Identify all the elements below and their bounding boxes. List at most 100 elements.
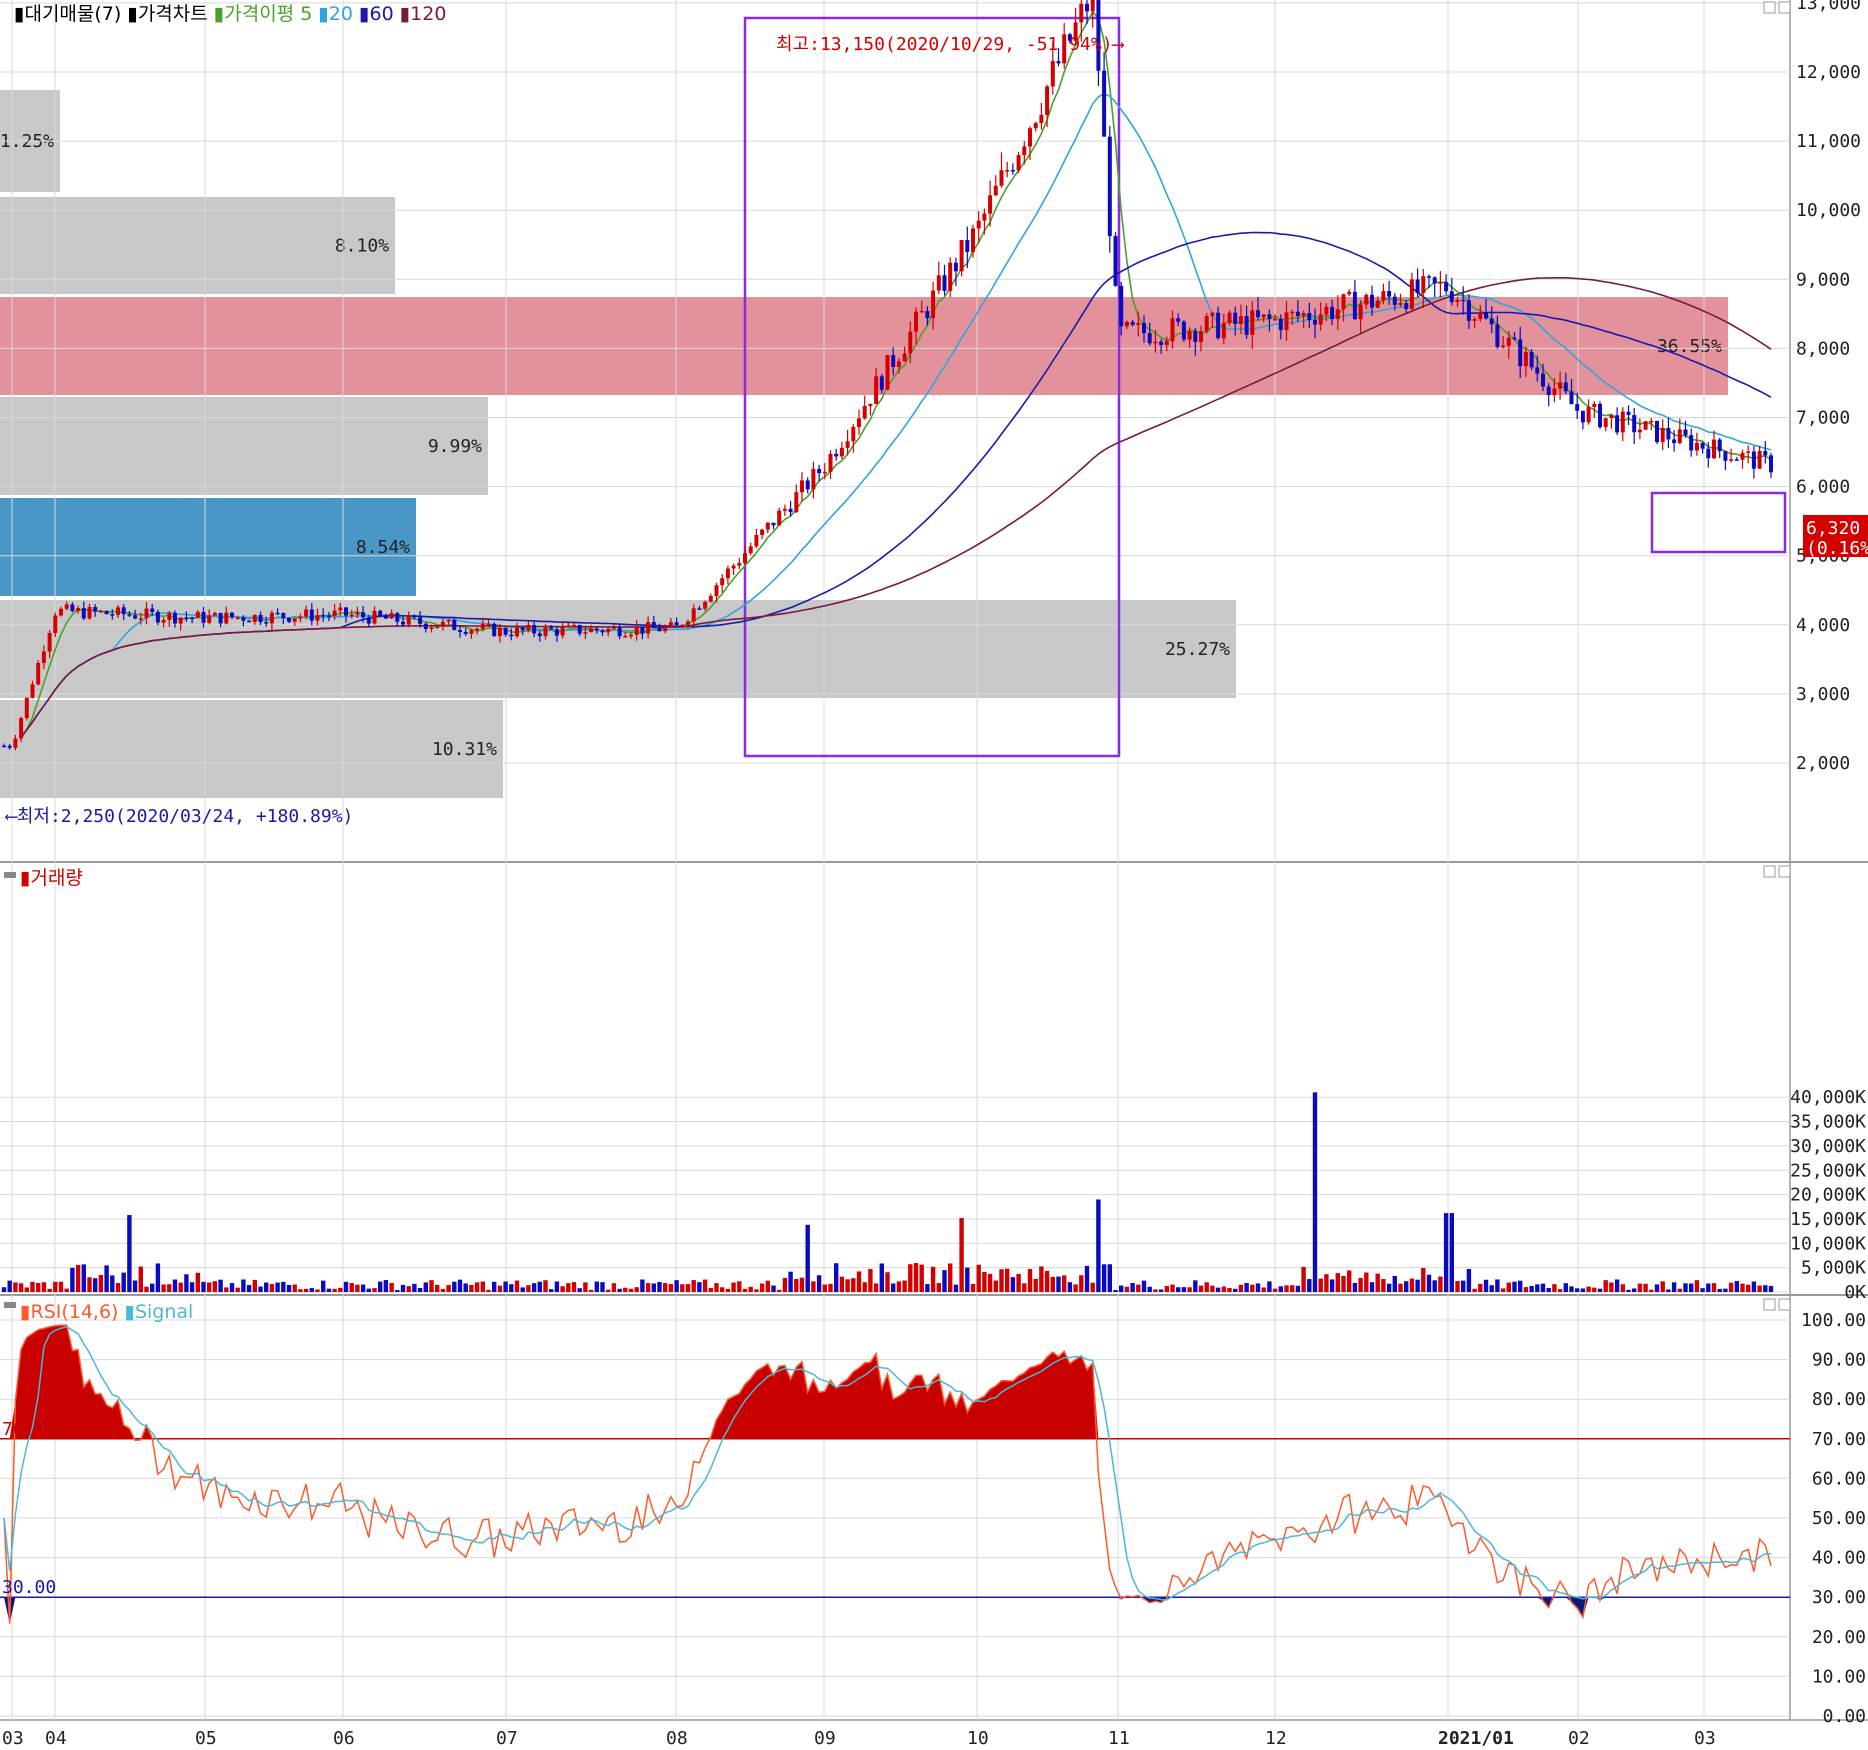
candle-body[interactable] <box>919 310 924 313</box>
candle-body[interactable] <box>463 631 468 634</box>
volume-bar[interactable] <box>360 1284 366 1292</box>
candle-body[interactable] <box>366 617 371 624</box>
volume-bar[interactable] <box>526 1285 531 1292</box>
candle-body[interactable] <box>361 612 366 618</box>
volume-bar[interactable] <box>1592 1287 1597 1292</box>
volume-bar[interactable] <box>104 1265 109 1292</box>
volume-bar[interactable] <box>400 1284 406 1292</box>
candle-body[interactable] <box>839 447 844 457</box>
candle-body[interactable] <box>1102 70 1107 137</box>
volume-bar[interactable] <box>930 1266 936 1292</box>
volume-bar[interactable] <box>828 1283 833 1292</box>
candle-body[interactable] <box>1221 322 1226 339</box>
candle-body[interactable] <box>663 626 668 632</box>
candle-body[interactable] <box>617 627 622 637</box>
volume-bar[interactable] <box>953 1284 959 1292</box>
volume-bar[interactable] <box>41 1282 47 1292</box>
candle-body[interactable] <box>167 612 172 621</box>
volume-bar[interactable] <box>1073 1284 1078 1292</box>
volume-bar[interactable] <box>1626 1289 1631 1292</box>
candle-body[interactable] <box>526 625 531 631</box>
candle-body[interactable] <box>1364 294 1369 305</box>
volume-bar[interactable] <box>264 1282 269 1292</box>
candle-body[interactable] <box>794 492 799 513</box>
volume-bar[interactable] <box>822 1284 827 1292</box>
volume-bar[interactable] <box>856 1271 862 1292</box>
volume-bar[interactable] <box>281 1281 286 1292</box>
candle-body[interactable] <box>173 612 177 624</box>
candle-body[interactable] <box>492 623 497 637</box>
candle-body[interactable] <box>1598 403 1602 428</box>
candle-body[interactable] <box>1672 439 1677 444</box>
candle-body[interactable] <box>1124 321 1129 327</box>
candle-body[interactable] <box>1039 114 1044 124</box>
volume-bar[interactable] <box>742 1288 748 1292</box>
candle-body[interactable] <box>1290 311 1295 314</box>
volume-bar[interactable] <box>691 1280 696 1292</box>
candle-body[interactable] <box>315 615 320 621</box>
candle-body[interactable] <box>720 578 725 586</box>
candle-body[interactable] <box>1637 429 1642 433</box>
candle-body[interactable] <box>1159 341 1164 345</box>
candle-body[interactable] <box>1130 321 1135 325</box>
candle-body[interactable] <box>1028 128 1032 147</box>
volume-bar[interactable] <box>1193 1280 1198 1292</box>
volume-bar[interactable] <box>343 1281 349 1292</box>
candle-body[interactable] <box>577 625 582 634</box>
candle-body[interactable] <box>1649 420 1654 423</box>
volume-bar[interactable] <box>708 1288 713 1292</box>
volume-bar[interactable] <box>1016 1273 1021 1292</box>
candle-body[interactable] <box>1193 331 1198 343</box>
volume-bar[interactable] <box>132 1280 138 1292</box>
candle-body[interactable] <box>948 262 953 291</box>
volume-bar[interactable] <box>1044 1270 1050 1292</box>
volume-bar[interactable] <box>1609 1282 1614 1292</box>
volume-bar[interactable] <box>1409 1278 1415 1292</box>
candle-body[interactable] <box>218 612 223 624</box>
volume-bar[interactable] <box>1557 1289 1563 1292</box>
volume-bar[interactable] <box>1740 1283 1745 1292</box>
candle-body[interactable] <box>1056 61 1061 64</box>
candle-body[interactable] <box>1592 403 1597 407</box>
candle-body[interactable] <box>1723 451 1728 461</box>
volume-bar[interactable] <box>1495 1279 1500 1292</box>
volume-bar[interactable] <box>1746 1284 1751 1292</box>
candle-body[interactable] <box>691 608 696 622</box>
volume-bar[interactable] <box>167 1284 172 1292</box>
volume-bar[interactable] <box>577 1288 582 1292</box>
candle-body[interactable] <box>1558 382 1563 389</box>
volume-bar[interactable] <box>127 1215 132 1292</box>
volume-bar[interactable] <box>417 1288 423 1292</box>
candle-body[interactable] <box>309 609 314 621</box>
volume-bar[interactable] <box>1643 1283 1648 1292</box>
profile-band[interactable] <box>0 498 416 596</box>
volume-bar[interactable] <box>965 1267 970 1292</box>
volume-bar[interactable] <box>1062 1275 1067 1292</box>
candle-body[interactable] <box>589 628 594 633</box>
candle-body[interactable] <box>30 684 35 698</box>
candle-body[interactable] <box>743 553 747 563</box>
candle-body[interactable] <box>777 510 782 526</box>
volume-bar[interactable] <box>1096 1199 1101 1292</box>
volume-bar[interactable] <box>583 1282 588 1292</box>
volume-bar[interactable] <box>423 1282 428 1292</box>
volume-bar[interactable] <box>685 1284 691 1292</box>
candle-body[interactable] <box>207 615 212 623</box>
candle-body[interactable] <box>1580 410 1585 423</box>
volume-bar[interactable] <box>640 1279 645 1292</box>
volume-bar[interactable] <box>474 1282 480 1292</box>
volume-bar[interactable] <box>1324 1274 1329 1292</box>
volume-bar[interactable] <box>759 1283 765 1292</box>
candle-body[interactable] <box>737 562 742 566</box>
volume-bar[interactable] <box>355 1284 360 1292</box>
volume-bar[interactable] <box>36 1282 41 1292</box>
candle-body[interactable] <box>1563 382 1568 392</box>
volume-bar[interactable] <box>1575 1288 1580 1292</box>
volume-bar[interactable] <box>885 1272 890 1292</box>
volume-bar[interactable] <box>1238 1284 1244 1292</box>
candle-body[interactable] <box>110 614 115 616</box>
volume-bar[interactable] <box>537 1281 542 1292</box>
volume-bar[interactable] <box>1369 1282 1375 1292</box>
candle-body[interactable] <box>1324 306 1329 315</box>
volume-bar[interactable] <box>1164 1286 1169 1292</box>
